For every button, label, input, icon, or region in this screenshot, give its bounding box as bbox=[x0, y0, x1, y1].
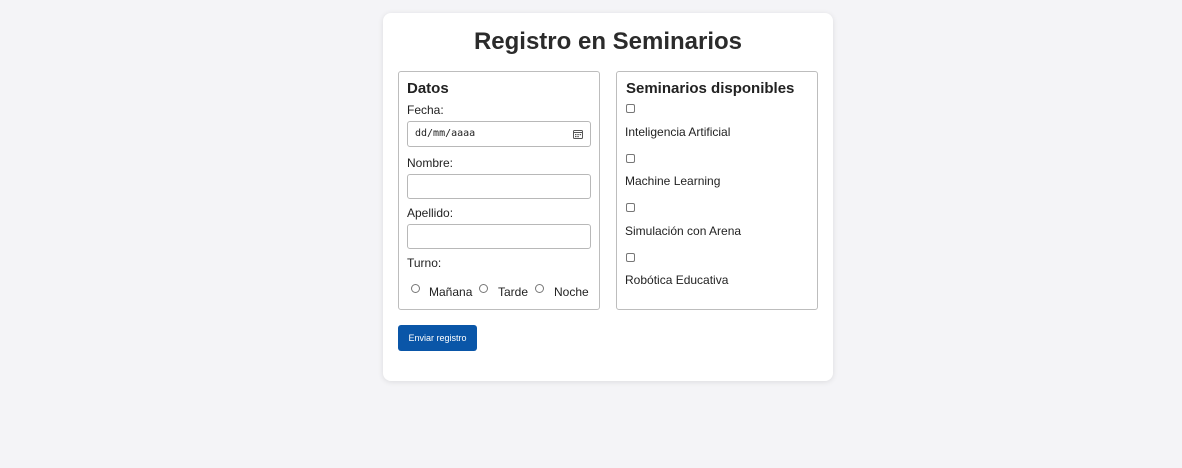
seminario-robotica-label[interactable]: Robótica Educativa bbox=[625, 273, 728, 287]
turno-manana-label[interactable]: Mañana bbox=[429, 285, 472, 299]
seminario-ia-checkbox[interactable] bbox=[626, 104, 635, 113]
fecha-placeholder: dd/mm/aaaa bbox=[415, 128, 476, 139]
calendar-icon[interactable] bbox=[573, 129, 583, 139]
turno-tarde-radio[interactable] bbox=[479, 284, 488, 293]
turno-tarde-label[interactable]: Tarde bbox=[498, 285, 528, 299]
seminario-ml-checkbox[interactable] bbox=[626, 154, 635, 163]
apellido-input[interactable] bbox=[407, 224, 591, 249]
seminario-arena-checkbox[interactable] bbox=[626, 203, 635, 212]
fecha-input[interactable]: dd/mm/aaaa bbox=[407, 121, 591, 147]
fecha-label: Fecha: bbox=[407, 103, 444, 117]
turno-noche-radio[interactable] bbox=[535, 284, 544, 293]
turno-noche-label[interactable]: Noche bbox=[554, 285, 589, 299]
submit-button[interactable]: Enviar registro bbox=[398, 325, 477, 351]
seminario-ml-label[interactable]: Machine Learning bbox=[625, 174, 720, 188]
turno-label: Turno: bbox=[407, 256, 442, 270]
nombre-label: Nombre: bbox=[407, 156, 454, 170]
turno-manana-radio[interactable] bbox=[411, 284, 420, 293]
seminario-robotica-checkbox[interactable] bbox=[626, 253, 635, 262]
seminarios-fieldset: Seminarios disponibles Inteligencia Arti… bbox=[616, 71, 818, 310]
seminario-ia-label[interactable]: Inteligencia Artificial bbox=[625, 125, 730, 139]
nombre-input[interactable] bbox=[407, 174, 591, 199]
datos-fieldset: Datos Fecha: dd/mm/aaaa Nombre: Apellido… bbox=[398, 71, 600, 310]
datos-legend: Datos bbox=[407, 80, 449, 97]
seminarios-legend: Seminarios disponibles bbox=[626, 80, 795, 97]
registration-card: Registro en Seminarios Datos Fecha: dd/m… bbox=[383, 13, 833, 381]
apellido-label: Apellido: bbox=[407, 206, 454, 220]
seminario-arena-label[interactable]: Simulación con Arena bbox=[625, 224, 741, 238]
page-title: Registro en Seminarios bbox=[473, 28, 743, 55]
